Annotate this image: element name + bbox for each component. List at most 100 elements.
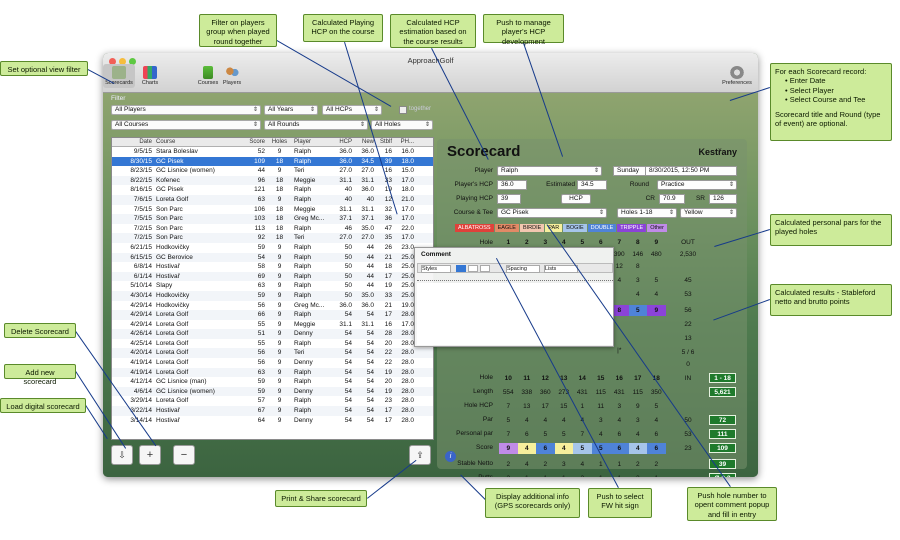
toolbar-charts[interactable]: Charts: [135, 66, 165, 86]
score-cell[interactable]: 5: [573, 443, 592, 454]
table-row[interactable]: 3/14/14 Hostivař 64 9 Denny 54 54 17 28.0: [112, 416, 433, 426]
table-row[interactable]: 6/21/15 Hodkovičky 59 9 Ralph 50 44 26 23.0: [112, 243, 433, 253]
header-holes[interactable]: Holes: [267, 138, 292, 146]
hole-number-button[interactable]: 12: [536, 373, 555, 384]
toolbar-players[interactable]: Players: [217, 66, 247, 86]
lists-select[interactable]: Lists: [544, 265, 578, 273]
day-field[interactable]: Sunday: [613, 166, 645, 176]
score-cell[interactable]: 6: [536, 443, 555, 454]
score-cell[interactable]: 4: [628, 443, 647, 454]
table-row[interactable]: 3/22/14 Hostivař 67 9 Ralph 54 54 17 28.0: [112, 406, 433, 416]
toolbar-scorecards[interactable]: Scorecards: [103, 64, 135, 88]
header-date[interactable]: Date: [112, 138, 154, 146]
hcps-filter-select[interactable]: All HCPs: [322, 105, 382, 115]
hole-number-button[interactable]: 8: [629, 237, 648, 248]
players-filter-select[interactable]: All Players: [111, 105, 261, 115]
table-row[interactable]: 6/8/14 Hostivař 58 9 Ralph 50 44 18 25.0: [112, 262, 433, 272]
course-select[interactable]: GC Pisek: [497, 208, 607, 218]
header-score[interactable]: Score: [244, 138, 267, 146]
table-cell: GC Pisek: [156, 186, 184, 194]
table-row[interactable]: 4/29/14 Loreta Golf 55 9 Meggie 31.1 31.1 16 17.…: [112, 320, 433, 330]
spacing-select[interactable]: Spacing: [506, 265, 540, 273]
table-row[interactable]: 4/20/14 Loreta Golf 56 9 Teri 54 54 22 28.0: [112, 348, 433, 359]
table-row[interactable]: 7/2/15 Son Parc 113 18 Ralph 46 35.0 47 22.0: [112, 224, 433, 234]
table-cell: 31.1: [361, 320, 374, 328]
table-row[interactable]: 4/29/14 Hodkovičky 56 9 Greg Mc... 36.0 36.0 21…: [112, 301, 433, 311]
header-stblf[interactable]: Stblf: [376, 138, 394, 146]
score-cell[interactable]: 6: [647, 443, 666, 454]
out-fairways: 5 / 6: [681, 349, 695, 356]
table-cell: 67: [257, 407, 265, 415]
styles-select[interactable]: Styles: [421, 265, 451, 273]
together-checkbox[interactable]: [399, 106, 407, 114]
add-scorecard-button[interactable]: +: [139, 445, 161, 465]
date-field[interactable]: 8/30/2015, 12:50 PM: [645, 166, 737, 176]
sr-field[interactable]: 126: [709, 194, 737, 204]
load-scorecard-button[interactable]: ⇩: [111, 445, 133, 465]
hole-number-button[interactable]: 14: [573, 373, 592, 384]
delete-scorecard-button[interactable]: −: [173, 445, 195, 465]
putts-cell[interactable]: 1: [555, 473, 574, 477]
rounds-filter-select[interactable]: All Rounds: [264, 120, 368, 130]
table-row[interactable]: 4/19/14 Loreta Golf 63 9 Ralph 54 54 19 28.0: [112, 367, 433, 378]
table-row[interactable]: 4/29/14 Loreta Golf 66 9 Ralph 54 54 17 28.0: [112, 310, 433, 320]
hcp-button[interactable]: HCP: [561, 194, 591, 204]
putts-cell[interactable]: 1: [592, 473, 611, 477]
align-left-button[interactable]: [456, 265, 466, 272]
table-row[interactable]: 4/12/14 GC Lisnice (man) 59 9 Ralph 54 54 20 28.…: [112, 377, 433, 387]
score-cell[interactable]: 9: [499, 443, 518, 454]
align-right-button[interactable]: [480, 265, 490, 272]
courses-filter-select[interactable]: All Courses: [111, 120, 261, 130]
table-row[interactable]: 3/29/14 Loreta Golf 57 9 Ralph 54 54 23 28.0: [112, 396, 433, 406]
table-row[interactable]: 6/1/14 Hostivař 69 9 Ralph 50 44 17 25.0: [112, 271, 433, 282]
table-row[interactable]: 6/15/15 GC Berovice 54 9 Ralph 50 44 21 25.0: [112, 252, 433, 263]
table-row[interactable]: 4/30/14 Hodkovičky 59 9 Ralph 50 35.0 33 25.0: [112, 290, 433, 301]
table-row[interactable]: 8/30/15 GC Pisek 109 18 Ralph 36.0 34.5 39 18.0: [112, 156, 433, 167]
table-row[interactable]: 8/16/15GC Pisek12118Ralph4036.01918.0: [112, 185, 433, 195]
putts-cell[interactable]: 1: [518, 473, 537, 477]
putts-cell[interactable]: 3: [499, 473, 518, 477]
hole-number-button[interactable]: 17: [629, 373, 648, 384]
table-cell: 25.0: [401, 272, 414, 280]
holes-filter-select[interactable]: All Holes: [371, 120, 433, 130]
table-row[interactable]: 5/10/14 Slapy 63 9 Ralph 50 44 19 25.0: [112, 281, 433, 291]
cr-field[interactable]: 70.9: [659, 194, 685, 204]
table-row[interactable]: 4/6/14 GC Lisnice (women) 59 9 Denny 54 54 19 28…: [112, 386, 433, 397]
table-row[interactable]: 7/5/15 Son Parc 103 18 Greg Mc... 37.1 37.1 36 1…: [112, 214, 433, 224]
header-player[interactable]: Player: [292, 138, 332, 146]
table-row[interactable]: 7/6/15 Loreta Golf 63 9 Ralph 40 40 12 21.0: [112, 194, 433, 205]
table-row[interactable]: 9/5/15 Stara Boleslav 52 9 Ralph 36.0 36.0 16 16…: [112, 147, 433, 157]
header-course[interactable]: Course: [154, 138, 244, 146]
scorecard-venue[interactable]: Kestřany: [698, 147, 737, 157]
hole-number-button[interactable]: 16: [610, 373, 629, 384]
putts-cell[interactable]: 1: [536, 473, 555, 477]
player-select[interactable]: Ralph: [497, 166, 602, 176]
info-button[interactable]: i: [445, 451, 456, 462]
score-cell[interactable]: 4: [554, 443, 573, 454]
align-center-button[interactable]: [468, 265, 478, 272]
table-row[interactable]: 7/5/15 Son Parc 106 18 Meggie 31.1 31.1 32 17.0: [112, 205, 433, 215]
hole-number-button[interactable]: 15: [592, 373, 611, 384]
score-cell[interactable]: 6: [610, 443, 629, 454]
hole-number-button[interactable]: 11: [518, 373, 537, 384]
hole-number-button[interactable]: 10: [499, 373, 518, 384]
round-select[interactable]: Practice: [657, 180, 737, 190]
years-filter-select[interactable]: All Years: [264, 105, 318, 115]
table-row[interactable]: 4/19/14 Loreta Golf 56 9 Denny 54 54 22 28.0: [112, 358, 433, 368]
table-row[interactable]: 7/2/15 Son Parc 92 18 Teri 27.0 27.0 35 17.0: [112, 233, 433, 243]
toolbar-preferences[interactable]: Preferences: [717, 66, 757, 86]
header-hcp[interactable]: HCP: [332, 138, 354, 146]
table-cell: 23: [384, 397, 392, 405]
putts-cell[interactable]: 2: [573, 473, 592, 477]
table-cell: Teri: [294, 167, 305, 175]
table-row[interactable]: 4/26/14 Loreta Golf 51 9 Denny 54 54 28 28.0: [112, 329, 433, 339]
hole-number-button[interactable]: 9: [647, 237, 666, 248]
holes-select[interactable]: Holes 1-18: [617, 208, 677, 218]
players-hcp-field[interactable]: 36.0: [497, 180, 527, 190]
tee-select[interactable]: Yellow: [680, 208, 737, 218]
putts-cell[interactable]: 3: [629, 473, 648, 477]
putts-cell[interactable]: 1: [647, 473, 666, 477]
score-cell[interactable]: 4: [517, 443, 536, 454]
header-ph[interactable]: PH...: [394, 138, 416, 146]
table-row[interactable]: 4/25/14 Loreta Golf 55 9 Ralph 54 54 20 28.0: [112, 339, 433, 349]
